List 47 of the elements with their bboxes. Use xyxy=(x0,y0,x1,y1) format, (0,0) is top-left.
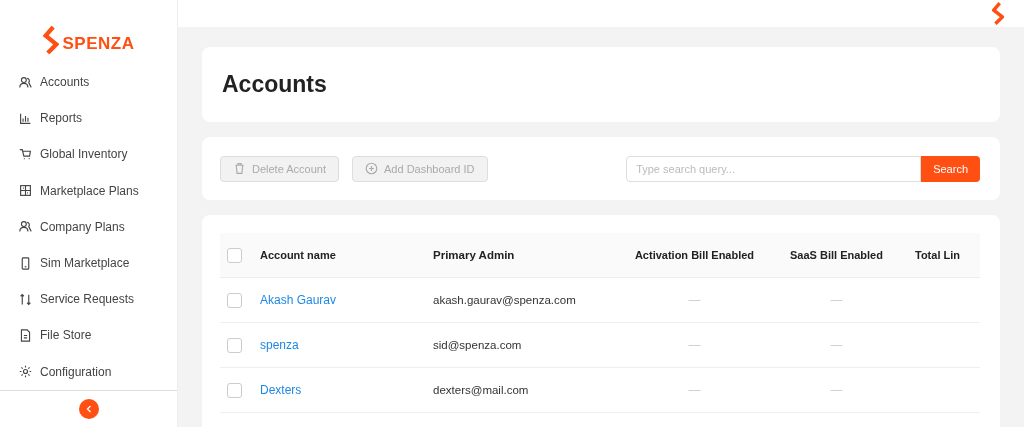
sidebar-item[interactable]: Sim Marketplace xyxy=(0,244,177,282)
people-icon xyxy=(19,75,32,89)
chart-icon xyxy=(19,111,32,125)
sidebar-item[interactable]: Marketplace Plans xyxy=(0,172,177,209)
table-cell: — xyxy=(688,338,701,352)
row-checkbox[interactable] xyxy=(227,337,242,353)
trash-icon xyxy=(233,162,246,175)
sidebar-item[interactable]: File Store xyxy=(0,317,177,354)
file-icon xyxy=(19,328,32,342)
table-cell: — xyxy=(830,338,843,352)
account-link[interactable]: Dexters xyxy=(260,383,302,397)
table-cell: — xyxy=(830,383,843,397)
page-title: Accounts xyxy=(222,71,327,98)
logo: SPENZA xyxy=(0,0,177,60)
table-cell: — xyxy=(830,293,843,307)
sidebar-item[interactable]: Configuration xyxy=(0,353,177,390)
sidebar-item[interactable]: Company Plans xyxy=(0,208,177,245)
row-checkbox[interactable] xyxy=(227,382,242,398)
row-checkbox[interactable] xyxy=(227,292,242,308)
account-link[interactable]: Akash Gaurav xyxy=(260,293,337,307)
sidebar-item[interactable]: Global Inventory xyxy=(0,136,177,173)
table-cell: dexters@mail.com xyxy=(433,384,529,396)
column-header: Primary Admin xyxy=(433,249,515,261)
grid-icon xyxy=(19,184,32,198)
logo-icon xyxy=(992,0,1004,27)
phone-icon xyxy=(19,256,32,270)
table-cell: — xyxy=(688,383,701,397)
table-cell: — xyxy=(688,293,701,307)
search-field[interactable]: Type search query... xyxy=(626,155,922,182)
sidebar-item[interactable]: Reports xyxy=(0,100,177,137)
table-cell: sid@spenza.com xyxy=(433,339,522,351)
sidebar-item[interactable]: Service Requests xyxy=(0,281,177,318)
cart-icon xyxy=(19,147,32,161)
people-icon xyxy=(19,220,32,234)
plus-circle-icon xyxy=(365,162,378,175)
table-cell: akash.gaurav@spenza.com xyxy=(433,294,576,306)
collapse-button[interactable] xyxy=(78,398,99,419)
select-all-checkbox[interactable] xyxy=(227,247,242,263)
column-header: SaaS Bill Enabled xyxy=(790,249,883,261)
account-link[interactable]: spenza xyxy=(260,338,299,352)
column-header: Account name xyxy=(260,249,336,261)
column-header: Activation Bill Enabled xyxy=(634,249,755,261)
swap-icon xyxy=(19,292,32,306)
gear-icon xyxy=(19,365,32,379)
chevron-left-icon xyxy=(84,404,93,413)
sidebar-item[interactable]: Accounts xyxy=(0,64,177,101)
column-header: Total Lin xyxy=(915,249,960,261)
